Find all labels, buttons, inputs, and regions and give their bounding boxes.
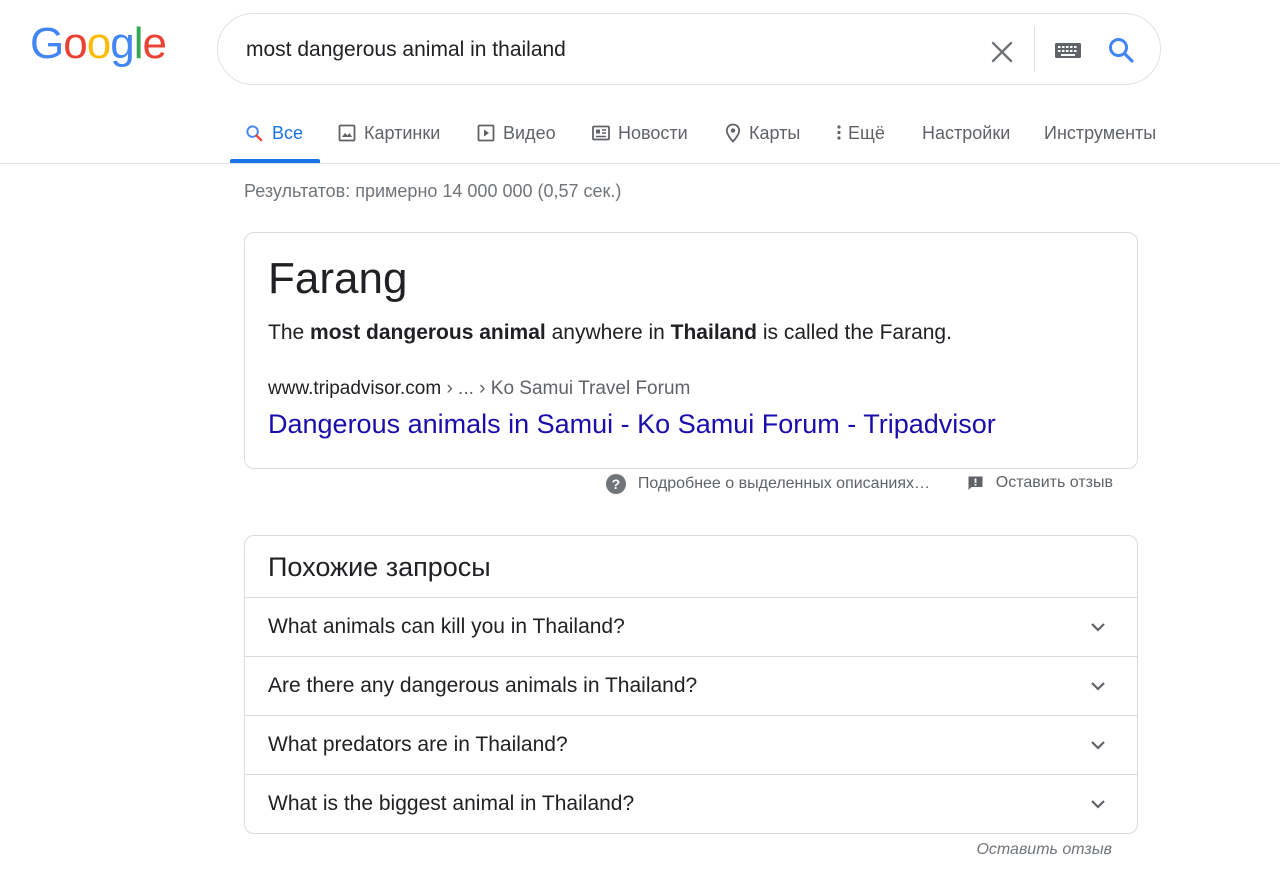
question-text: What animals can kill you in Thailand?: [268, 615, 625, 638]
related-question-item[interactable]: Are there any dangerous animals in Thail…: [245, 656, 1137, 715]
question-text: What is the biggest animal in Thailand?: [268, 792, 635, 815]
related-question-item[interactable]: What predators are in Thailand?: [245, 715, 1137, 774]
tab-label: Видео: [503, 122, 556, 143]
tab-label: Настройки: [922, 122, 1011, 143]
logo-letter: o: [63, 19, 88, 68]
featured-snippet: Farang The most dangerous animal anywher…: [244, 232, 1138, 469]
about-text: Подробнее о выделенных описаниях…: [637, 475, 930, 492]
tab-label: Карты: [749, 122, 801, 143]
video-icon: [477, 124, 495, 142]
active-tab-indicator: [230, 159, 320, 163]
search-box: [217, 13, 1161, 86]
map-pin-icon: [725, 123, 741, 143]
desc-text: is called the Farang.: [757, 321, 952, 344]
snippet-feedback-link[interactable]: Оставить отзыв: [967, 474, 1113, 492]
search-icon: [245, 124, 264, 143]
snippet-result-link[interactable]: Dangerous animals in Samui - Ko Samui Fo…: [268, 407, 996, 441]
feedback-text: Оставить отзыв: [995, 474, 1113, 491]
google-logo[interactable]: Google: [30, 14, 167, 74]
chevron-down-icon: [1089, 677, 1107, 695]
tab-news[interactable]: Новости: [592, 104, 688, 162]
cite-domain: www.tripadvisor.com: [268, 378, 442, 399]
tab-label: Новости: [618, 122, 688, 143]
tab-more[interactable]: Ещё: [836, 104, 885, 162]
search-input[interactable]: [246, 14, 966, 86]
result-stats: Результатов: примерно 14 000 000 (0,57 с…: [244, 181, 622, 201]
tab-label: Все: [272, 122, 304, 143]
tab-settings[interactable]: Настройки: [922, 104, 1010, 162]
image-icon: [338, 124, 356, 142]
question-text: Are there any dangerous animals in Thail…: [268, 674, 698, 697]
keyboard-icon[interactable]: [1054, 40, 1082, 60]
feedback-icon: [967, 475, 984, 492]
help-icon: ?: [605, 474, 626, 494]
tab-tools[interactable]: Инструменты: [1044, 104, 1156, 162]
chevron-down-icon: [1089, 736, 1107, 754]
tab-label: Ещё: [848, 122, 885, 143]
search-icon[interactable]: [1107, 36, 1135, 64]
tab-video[interactable]: Видео: [477, 104, 556, 162]
desc-text: anywhere in: [545, 321, 671, 344]
snippet-answer: Farang: [268, 254, 408, 303]
cite-path: › ... › Ko Samui Travel Forum: [441, 378, 691, 399]
question-text: What predators are in Thailand?: [268, 733, 568, 756]
logo-letter: e: [142, 19, 167, 68]
chevron-down-icon: [1089, 618, 1107, 636]
related-question-item[interactable]: What is the biggest animal in Thailand?: [245, 774, 1137, 833]
search-tabs: Все Картинки Видео Новости Карты Ещё Нас…: [0, 104, 1280, 164]
desc-bold: Thailand: [670, 321, 757, 344]
tab-images[interactable]: Картинки: [338, 104, 440, 162]
desc-text: The: [268, 321, 311, 344]
more-vert-icon: [836, 124, 842, 142]
tab-maps[interactable]: Карты: [725, 104, 800, 162]
related-feedback-link[interactable]: Оставить отзыв: [976, 841, 1112, 859]
snippet-footer: ? Подробнее о выделенных описаниях… Оста…: [244, 474, 1138, 500]
related-question-item[interactable]: What animals can kill you in Thailand?: [245, 597, 1137, 656]
close-icon[interactable]: [988, 38, 1016, 66]
related-title: Похожие запросы: [268, 552, 491, 582]
logo-letter: l: [133, 19, 144, 68]
news-icon: [592, 124, 610, 142]
logo-letter: g: [110, 19, 135, 68]
desc-bold: most dangerous animal: [310, 321, 546, 344]
tab-all[interactable]: Все: [245, 104, 303, 162]
related-questions: Похожие запросы What animals can kill yo…: [244, 535, 1138, 834]
tab-label: Картинки: [364, 122, 441, 143]
logo-letter: o: [86, 19, 112, 68]
search-divider: [1034, 26, 1035, 72]
snippet-citation: www.tripadvisor.com › ... › Ko Samui Tra…: [268, 377, 690, 401]
chevron-down-icon: [1089, 795, 1107, 813]
tab-label: Инструменты: [1044, 122, 1157, 143]
snippet-description: The most dangerous animal anywhere in Th…: [268, 319, 952, 347]
logo-letter: G: [30, 19, 64, 68]
about-featured-snippets-link[interactable]: ? Подробнее о выделенных описаниях…: [605, 474, 930, 494]
